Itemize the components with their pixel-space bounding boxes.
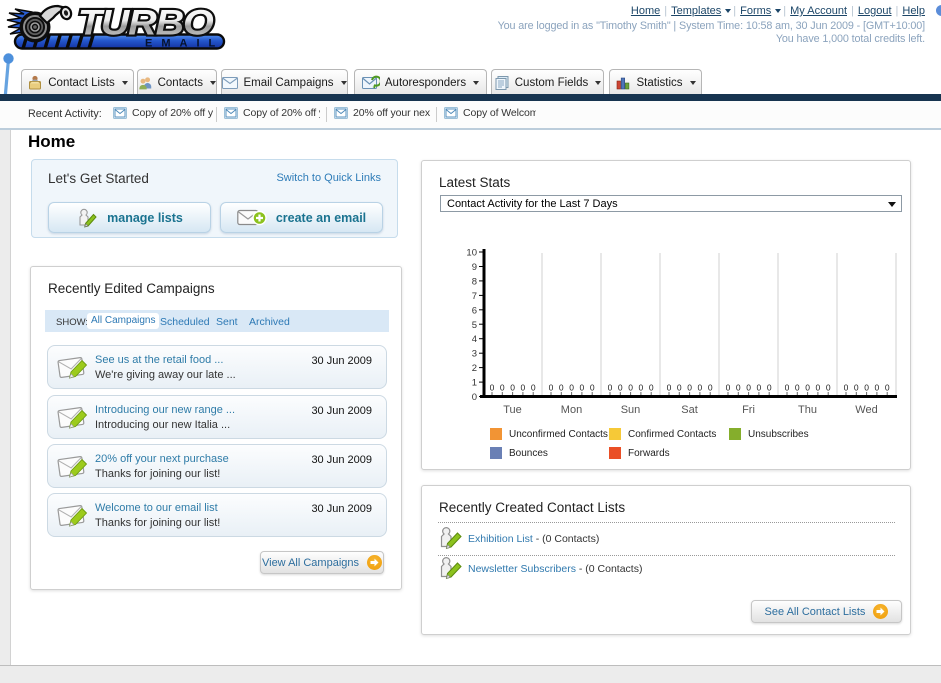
svg-text:0: 0 bbox=[580, 383, 585, 393]
svg-text:0: 0 bbox=[628, 383, 633, 393]
svg-text:0: 0 bbox=[746, 383, 751, 393]
svg-text:0: 0 bbox=[639, 383, 644, 393]
svg-text:Wed: Wed bbox=[855, 404, 877, 416]
svg-text:6: 6 bbox=[472, 305, 477, 316]
svg-text:0: 0 bbox=[698, 383, 703, 393]
svg-text:10: 10 bbox=[466, 248, 477, 259]
svg-text:0: 0 bbox=[500, 383, 505, 393]
svg-text:8: 8 bbox=[472, 276, 477, 287]
svg-text:0: 0 bbox=[785, 383, 790, 393]
svg-text:0: 0 bbox=[667, 383, 672, 393]
svg-text:4: 4 bbox=[472, 334, 477, 345]
svg-text:Tue: Tue bbox=[503, 404, 522, 416]
svg-text:0: 0 bbox=[816, 383, 821, 393]
svg-text:0: 0 bbox=[590, 383, 595, 393]
svg-text:9: 9 bbox=[472, 262, 477, 273]
svg-text:Fri: Fri bbox=[742, 404, 755, 416]
svg-text:0: 0 bbox=[826, 383, 831, 393]
svg-text:0: 0 bbox=[736, 383, 741, 393]
svg-text:0: 0 bbox=[569, 383, 574, 393]
svg-text:0: 0 bbox=[854, 383, 859, 393]
svg-text:5: 5 bbox=[472, 320, 477, 331]
svg-text:0: 0 bbox=[805, 383, 810, 393]
svg-text:0: 0 bbox=[795, 383, 800, 393]
svg-text:0: 0 bbox=[767, 383, 772, 393]
svg-text:0: 0 bbox=[649, 383, 654, 393]
svg-text:0: 0 bbox=[559, 383, 564, 393]
svg-text:0: 0 bbox=[757, 383, 762, 393]
svg-text:3: 3 bbox=[472, 349, 477, 360]
svg-text:1: 1 bbox=[472, 378, 477, 389]
svg-text:0: 0 bbox=[618, 383, 623, 393]
svg-text:0: 0 bbox=[510, 383, 515, 393]
svg-text:0: 0 bbox=[885, 383, 890, 393]
svg-text:7: 7 bbox=[472, 291, 477, 302]
svg-text:EMAIL: EMAIL bbox=[145, 38, 224, 50]
svg-text:0: 0 bbox=[708, 383, 713, 393]
svg-text:0: 0 bbox=[472, 392, 477, 403]
svg-text:TURBO: TURBO bbox=[78, 4, 214, 42]
svg-text:Thu: Thu bbox=[798, 404, 817, 416]
svg-text:0: 0 bbox=[864, 383, 869, 393]
svg-text:0: 0 bbox=[521, 383, 526, 393]
svg-text:0: 0 bbox=[687, 383, 692, 393]
svg-text:0: 0 bbox=[490, 383, 495, 393]
svg-text:Mon: Mon bbox=[561, 404, 582, 416]
svg-text:0: 0 bbox=[677, 383, 682, 393]
svg-text:Sun: Sun bbox=[621, 404, 641, 416]
svg-text:0: 0 bbox=[844, 383, 849, 393]
svg-text:0: 0 bbox=[875, 383, 880, 393]
svg-text:0: 0 bbox=[608, 383, 613, 393]
svg-text:0: 0 bbox=[531, 383, 536, 393]
svg-text:0: 0 bbox=[549, 383, 554, 393]
svg-text:0: 0 bbox=[726, 383, 731, 393]
svg-text:Sat: Sat bbox=[681, 404, 698, 416]
svg-text:2: 2 bbox=[472, 363, 477, 374]
